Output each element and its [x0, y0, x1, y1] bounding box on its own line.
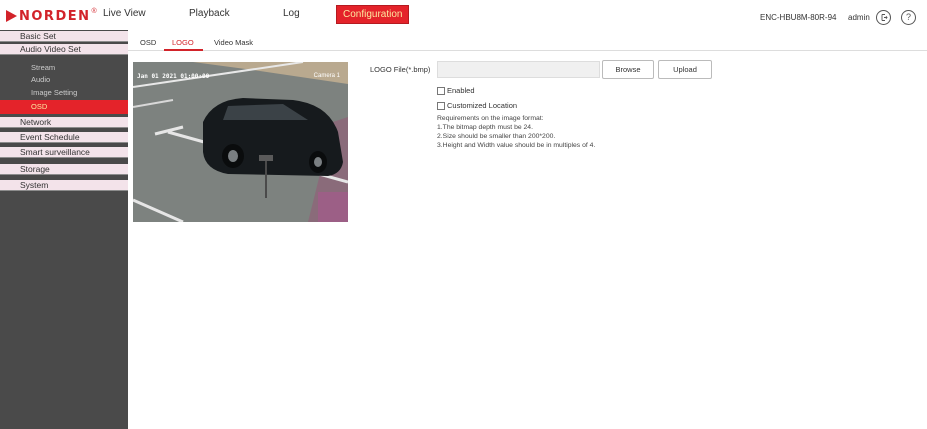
enabled-checkbox[interactable]	[437, 87, 445, 95]
nav-playback[interactable]: Playback	[189, 8, 230, 19]
norden-logo: NORDEN ®	[6, 8, 97, 24]
tab-osd[interactable]: OSD	[140, 38, 156, 47]
submenu-audio[interactable]: Audio	[0, 74, 128, 86]
sidebar-item-audio-video-set[interactable]: Audio Video Set	[0, 44, 128, 55]
video-preview: Jan 01 2021 01:00:00 Camera 1	[133, 62, 348, 222]
customized-location-label: Customized Location	[447, 101, 518, 110]
customized-location-checkbox[interactable]	[437, 102, 445, 110]
nav-log[interactable]: Log	[283, 8, 300, 19]
sidebar-item-system[interactable]: System	[0, 180, 128, 191]
sidebar-item-basic-set[interactable]: Basic Set	[0, 31, 128, 42]
requirement-item: 3.Height and Width value should be in mu…	[437, 142, 596, 149]
enabled-label: Enabled	[447, 86, 475, 95]
submenu-stream[interactable]: Stream	[0, 62, 128, 74]
date-overlay: Jan 01 2021 01:00:00	[137, 73, 210, 80]
logo-file-label: LOGO File(*.bmp)	[370, 65, 431, 74]
sidebar: Basic Set Audio Video Set Stream Audio I…	[0, 30, 128, 429]
sidebar-item-storage[interactable]: Storage	[0, 164, 128, 175]
device-name: ENC-HBU8M-80R-94	[760, 13, 837, 22]
help-icon[interactable]: ?	[901, 10, 916, 25]
tab-bar: OSD LOGO Video Mask	[128, 30, 927, 51]
logo-arrow-icon	[6, 10, 17, 22]
logo-file-input[interactable]	[437, 61, 600, 78]
submenu-osd[interactable]: OSD	[0, 100, 128, 114]
requirements-title: Requirements on the image format:	[437, 115, 544, 122]
upload-button[interactable]: Upload	[658, 60, 712, 79]
nav-configuration[interactable]: Configuration	[336, 5, 410, 24]
logout-icon[interactable]	[876, 10, 891, 25]
logo-text: NORDEN	[19, 8, 91, 24]
tab-video-mask[interactable]: Video Mask	[214, 38, 253, 47]
sidebar-item-network[interactable]: Network	[0, 117, 128, 128]
nav-live-view[interactable]: Live View	[103, 8, 146, 19]
active-tab-indicator	[164, 49, 203, 51]
requirement-item: 2.Size should be smaller than 200*200.	[437, 133, 556, 140]
top-bar: NORDEN ® Live View Playback Log Configur…	[0, 0, 927, 30]
username[interactable]: admin	[848, 13, 870, 22]
tab-logo[interactable]: LOGO	[172, 38, 194, 47]
browse-button[interactable]: Browse	[602, 60, 654, 79]
channel-overlay: Camera 1	[313, 73, 340, 79]
sidebar-item-event-schedule[interactable]: Event Schedule	[0, 132, 128, 143]
logo-registered-mark: ®	[91, 7, 97, 15]
parking-lot-scene	[133, 62, 348, 222]
submenu-image-setting[interactable]: Image Setting	[0, 87, 128, 99]
sidebar-item-smart-surveillance[interactable]: Smart surveillance	[0, 147, 128, 158]
requirement-item: 1.The bitmap depth must be 24.	[437, 124, 533, 131]
